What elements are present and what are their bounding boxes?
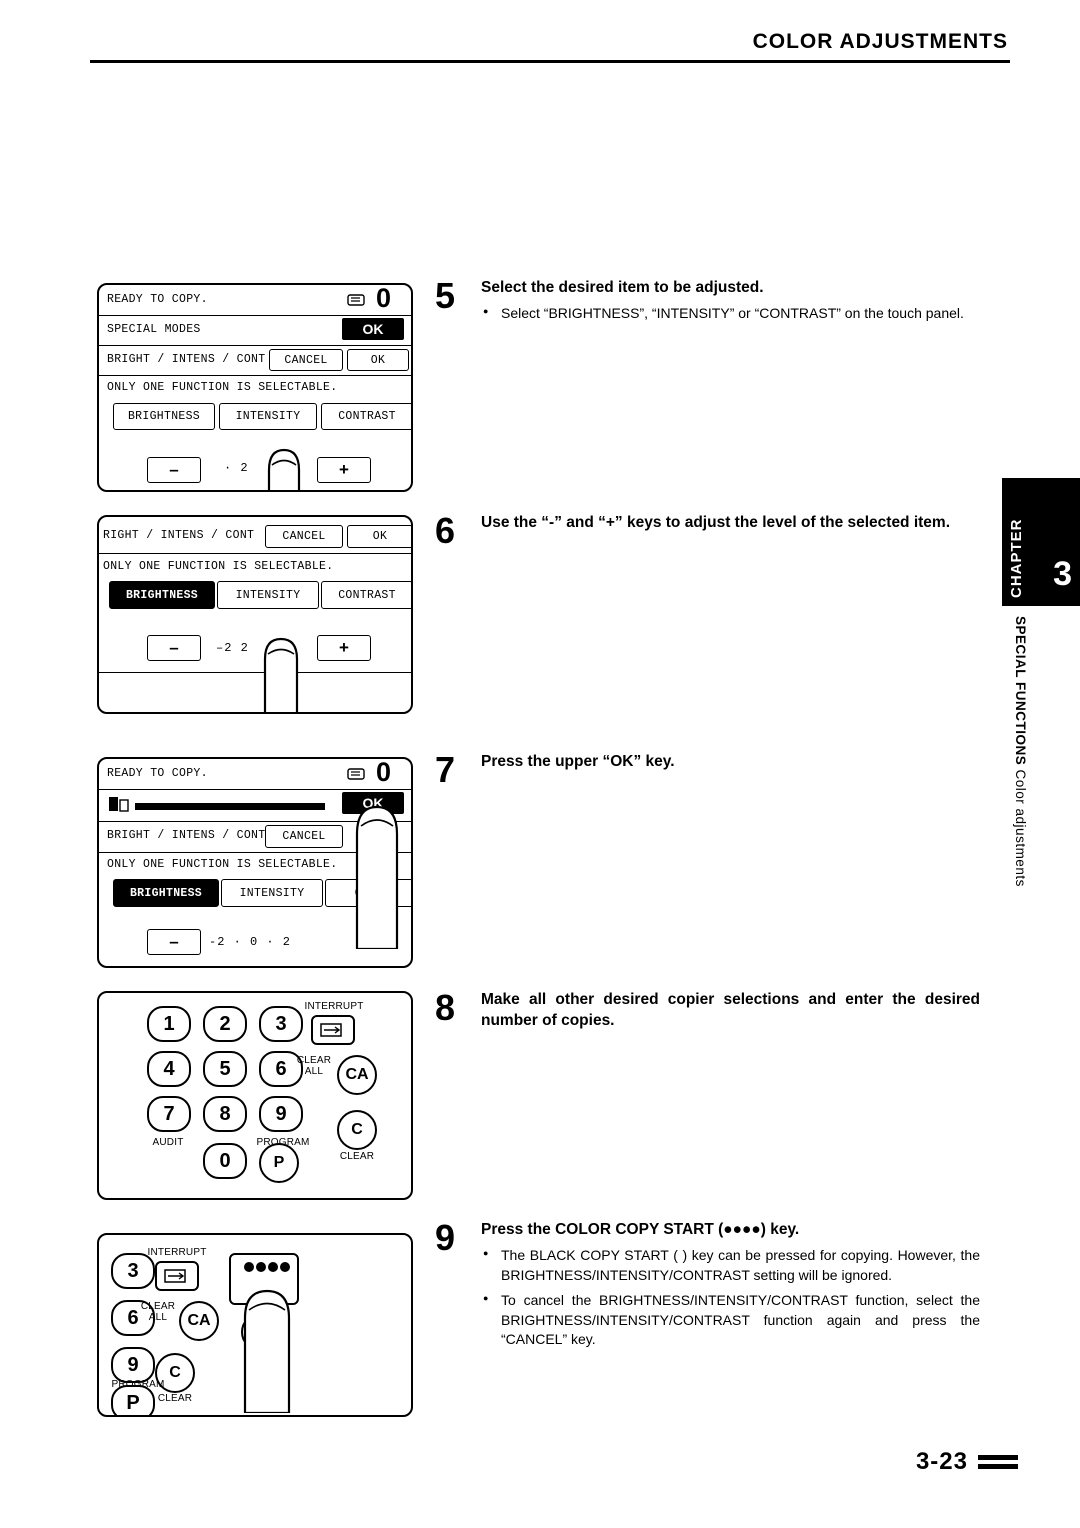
step-5-number: 5	[435, 275, 456, 316]
keypad2-clear-all-label: CLEAR ALL	[140, 1301, 176, 1323]
panel5-divider-2	[99, 345, 411, 346]
program-key[interactable]: P	[259, 1143, 299, 1183]
page-title: COLOR ADJUSTMENTS	[752, 30, 1008, 53]
operation-keypad-illustration-start: 3 6 9 INTERRUPT CLEAR ALL CA C CLEAR PRO…	[97, 1233, 413, 1417]
step-9-number: 9	[435, 1217, 456, 1258]
step-7-number: 7	[435, 749, 456, 790]
page-number: 3-23	[915, 1448, 968, 1475]
keypad-key-2[interactable]: 2	[203, 1006, 247, 1042]
keypad2-key-3[interactable]: 3	[111, 1253, 155, 1289]
panel5-contrast-button[interactable]: CONTRAST	[321, 403, 411, 430]
operation-keypad-illustration: 1 2 3 4 5 6 7 8 9 0 INTERRUPT CLEAR ALL …	[97, 991, 413, 1200]
panel7-intensity-button[interactable]: INTENSITY	[221, 879, 323, 907]
hand-finger-illustration-step9	[215, 1263, 325, 1415]
clear-key[interactable]: C	[337, 1110, 377, 1150]
panel5-special-modes-label: SPECIAL MODES	[107, 323, 201, 336]
step-6: 6 Use the “-” and “+” keys to adjust the…	[435, 513, 980, 549]
keypad-key-9[interactable]: 9	[259, 1096, 303, 1132]
chapter-tab: CHAPTER 3	[1002, 478, 1080, 606]
step-7: 7 Press the upper “OK” key.	[435, 752, 980, 788]
hand-finger-illustration-step5	[239, 425, 329, 490]
panel5-note-text: ONLY ONE FUNCTION IS SELECTABLE.	[107, 381, 338, 394]
panel5-upper-ok-button[interactable]: OK	[342, 318, 404, 340]
panel5-divider-1	[99, 315, 411, 316]
panel7-progress-bar	[135, 803, 325, 810]
panel5-divider-3	[99, 375, 411, 376]
keypad2-interrupt-key[interactable]	[155, 1261, 199, 1291]
panel7-level-indicator: -2 · 0 · 2	[209, 935, 292, 949]
panel7-status-text: READY TO COPY.	[107, 767, 208, 780]
step-9: 9 Press the COLOR COPY START (●●●●) key.…	[435, 1220, 980, 1350]
panel6-brightness-button[interactable]: BRIGHTNESS	[109, 581, 215, 609]
page-footer: 3-23	[916, 1448, 1018, 1476]
panel7-brightness-button[interactable]: BRIGHTNESS	[113, 879, 219, 907]
panel7-tab-label: BRIGHT / INTENS / CONT	[107, 829, 266, 842]
panel6-note-text: ONLY ONE FUNCTION IS SELECTABLE.	[103, 560, 334, 573]
keypad-key-8[interactable]: 8	[203, 1096, 247, 1132]
page-header: COLOR ADJUSTMENTS	[90, 30, 1010, 63]
touch-panel-illustration-step6: RIGHT / INTENS / CONT CANCEL OK ONLY ONE…	[97, 515, 413, 714]
keypad-key-1[interactable]: 1	[147, 1006, 191, 1042]
keypad-key-4[interactable]: 4	[147, 1051, 191, 1087]
touch-panel-illustration-step7: READY TO COPY. 0 OK BRIGHT / INTENS / CO…	[97, 757, 413, 968]
panel6-cancel-button[interactable]: CANCEL	[265, 525, 343, 548]
hand-finger-illustration-step7	[331, 779, 411, 954]
keypad2-interrupt-label: INTERRUPT	[147, 1247, 207, 1258]
panel5-minus-button[interactable]: –	[147, 457, 201, 483]
clear-label: CLEAR	[339, 1151, 375, 1162]
chapter-tab-word: CHAPTER	[1008, 518, 1025, 598]
panel5-cancel-button[interactable]: CANCEL	[269, 349, 343, 371]
clear-all-label: CLEAR ALL	[296, 1055, 332, 1077]
step-8-number: 8	[435, 987, 456, 1028]
step-8: 8 Make all other desired copier selectio…	[435, 990, 980, 1032]
panel7-note-text: ONLY ONE FUNCTION IS SELECTABLE.	[107, 858, 338, 871]
keypad-key-0[interactable]: 0	[203, 1143, 247, 1179]
panel6-ok-button[interactable]: OK	[347, 525, 411, 548]
step-9-bullet-2: To cancel the BRIGHTNESS/INTENSITY/CONTR…	[481, 1291, 980, 1351]
keypad2-program-key[interactable]: P	[111, 1385, 155, 1415]
panel6-tab-label: RIGHT / INTENS / CONT	[103, 529, 255, 542]
hand-finger-illustration-step6	[237, 617, 327, 712]
clear-all-key[interactable]: CA	[337, 1055, 377, 1095]
keypad2-clear-all-key[interactable]: CA	[179, 1301, 219, 1341]
header-rule	[90, 60, 1010, 63]
step-5-heading: Select the desired item to be adjusted.	[481, 279, 764, 296]
paper-feed-icon	[347, 292, 369, 313]
step-9-heading: Press the COLOR COPY START (●●●●) key.	[481, 1221, 800, 1238]
keypad2-clear-label: CLEAR	[157, 1393, 193, 1404]
step-7-heading: Press the upper “OK” key.	[481, 753, 675, 770]
chapter-tab-number: 3	[1053, 555, 1072, 593]
panel5-copy-counter: 0	[376, 283, 392, 313]
side-running-head-thin: Color adjustments	[1013, 769, 1028, 887]
panel6-minus-button[interactable]: –	[147, 635, 201, 661]
side-running-head-bold: SPECIAL FUNCTIONS	[1013, 616, 1028, 766]
document-feeder-icon	[107, 795, 131, 822]
keypad2-key-9[interactable]: 9	[111, 1347, 155, 1383]
step-6-number: 6	[435, 510, 456, 551]
interrupt-label: INTERRUPT	[304, 1001, 364, 1012]
panel5-ok-button[interactable]: OK	[347, 349, 409, 371]
step-5-bullet: Select “BRIGHTNESS”, “INTENSITY” or “CON…	[481, 304, 980, 324]
panel5-tab-label: BRIGHT / INTENS / CONT	[107, 353, 266, 366]
keypad-key-7[interactable]: 7	[147, 1096, 191, 1132]
keypad-key-5[interactable]: 5	[203, 1051, 247, 1087]
audit-label: AUDIT	[152, 1137, 184, 1148]
step-5: 5 Select the desired item to be adjusted…	[435, 278, 980, 324]
panel7-minus-button[interactable]: –	[147, 929, 201, 955]
step-6-heading: Use the “-” and “+” keys to adjust the l…	[481, 514, 951, 531]
panel6-contrast-button[interactable]: CONTRAST	[321, 581, 411, 609]
interrupt-key[interactable]	[311, 1015, 355, 1045]
panel6-intensity-button[interactable]: INTENSITY	[217, 581, 319, 609]
panel5-brightness-button[interactable]: BRIGHTNESS	[113, 403, 215, 430]
footer-bars	[978, 1455, 1018, 1469]
step-8-heading: Make all other desired copier selections…	[481, 991, 980, 1029]
touch-panel-illustration-step5: READY TO COPY. 0 SPECIAL MODES OK BRIGHT…	[97, 283, 413, 492]
panel5-status-text: READY TO COPY.	[107, 293, 208, 306]
panel6-divider-1	[99, 553, 411, 554]
side-running-head: SPECIAL FUNCTIONS Color adjustments	[1013, 616, 1028, 936]
step-9-bullet-1: The BLACK COPY START ( ) key can be pres…	[481, 1246, 980, 1286]
